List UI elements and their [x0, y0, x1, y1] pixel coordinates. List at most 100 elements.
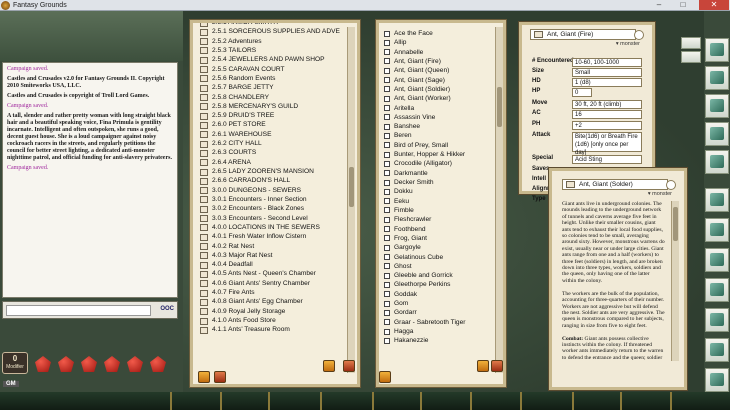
npc-list-item[interactable]: Ant, Giant (Queen): [382, 66, 494, 75]
sidebar-tile-button[interactable]: [705, 308, 729, 332]
story-list-item[interactable]: 2.5.3 TAILORS: [197, 46, 345, 55]
npc-edit-button[interactable]: [477, 360, 489, 372]
sidebar-tile-button[interactable]: [705, 188, 729, 212]
sidebar-tile-button[interactable]: [705, 150, 729, 174]
story-list-item[interactable]: 4.1.1 Ants' Treasure Room: [197, 325, 345, 334]
story-list-item[interactable]: 3.0.1 Encounters - Inner Section: [197, 195, 345, 204]
story-list-item[interactable]: 4.0.9 Royal Jelly Storage: [197, 307, 345, 316]
story-list-item[interactable]: 3.0.0 DUNGEONS - SEWERS: [197, 186, 345, 195]
sidebar-tile-button[interactable]: [705, 38, 729, 62]
npc-field-value[interactable]: +2: [572, 121, 642, 130]
npc-list-item[interactable]: Ace the Face: [382, 29, 494, 38]
story-edit-button[interactable]: [323, 360, 335, 372]
npc-list-item[interactable]: Hakanezzie: [382, 336, 494, 345]
bottom-tab[interactable]: [268, 392, 270, 410]
story-list-item[interactable]: 2.5.8 CHANDLERY: [197, 93, 345, 102]
description-scroll-thumb[interactable]: [673, 207, 678, 241]
npc-list-item[interactable]: Ant, Giant (Fire): [382, 57, 494, 66]
npc-field-value[interactable]: 16: [572, 110, 642, 119]
chat-input[interactable]: [6, 305, 151, 316]
npc-list-item[interactable]: Dokku: [382, 187, 494, 196]
ooc-toggle[interactable]: OOC: [160, 306, 174, 312]
npc-list-item[interactable]: Annabelle: [382, 48, 494, 57]
story-list-item[interactable]: 4.0.6 Giant Ants' Sentry Chamber: [197, 279, 345, 288]
sidebar-tile-button[interactable]: [705, 122, 729, 146]
npc-field-value[interactable]: 0: [572, 88, 592, 97]
npc-list-item[interactable]: Bird of Prey, Small: [382, 141, 494, 150]
story-list-item[interactable]: 2.5.2 Adventures: [197, 37, 345, 46]
npc-list-item[interactable]: Gelatinous Cube: [382, 253, 494, 262]
npc-list-item[interactable]: Ant, Giant (Sage): [382, 76, 494, 85]
bottom-tab[interactable]: [420, 392, 422, 410]
npc-list-item[interactable]: Crocodile (Alligator): [382, 159, 494, 168]
sidebar-tile-button[interactable]: [705, 218, 729, 242]
npc-scroll-thumb[interactable]: [497, 87, 502, 127]
bottom-tab[interactable]: [320, 392, 322, 410]
story-add-button[interactable]: [214, 371, 226, 383]
npc-list-item[interactable]: Banshee: [382, 122, 494, 131]
sidebar-tile-button[interactable]: [705, 94, 729, 118]
story-list-item[interactable]: 2.5.4 JEWELLERS AND PAWN SHOP: [197, 55, 345, 64]
sidebar-tile-button[interactable]: [705, 338, 729, 362]
story-scrollbar[interactable]: [347, 27, 355, 373]
npc-field-value[interactable]: Small: [572, 68, 642, 77]
story-list-item[interactable]: 2.6.0 PET STORE: [197, 120, 345, 129]
story-list-item[interactable]: 4.0.2 Rat Nest: [197, 242, 345, 251]
description-scrollbar[interactable]: [671, 201, 679, 361]
npc-lock-icon[interactable]: [634, 30, 644, 40]
story-list-item[interactable]: 2.5.8 MERCENARY'S GUILD: [197, 102, 345, 111]
npc-list-item[interactable]: Gordarr: [382, 308, 494, 317]
bottom-tab[interactable]: [670, 392, 672, 410]
npc-filter-button[interactable]: [379, 371, 391, 383]
npc-field-value[interactable]: 1 (d8): [572, 78, 642, 87]
npc-list[interactable]: Ace the Face Allip Annabelle Ant, Giant (Fi…: [382, 23, 494, 375]
npc-list-item[interactable]: Allip: [382, 38, 494, 47]
story-list-item[interactable]: 4.0.3 Major Rat Nest: [197, 251, 345, 260]
sidebar-tile-button[interactable]: [705, 248, 729, 272]
npc-list-item[interactable]: Ant, Giant (Worker): [382, 94, 494, 103]
story-list-item[interactable]: 4.0.7 Fire Ants: [197, 288, 345, 297]
npc-field-value[interactable]: 30 ft, 20 ft (climb): [572, 100, 642, 109]
bottom-tab[interactable]: [620, 392, 622, 410]
bottom-tab[interactable]: [572, 392, 574, 410]
story-scroll-thumb[interactable]: [349, 167, 354, 207]
npc-list-item[interactable]: Hagga: [382, 327, 494, 336]
npc-list-item[interactable]: Ant, Giant (Soldier): [382, 85, 494, 94]
npc-list-item[interactable]: Assassin Vine: [382, 113, 494, 122]
chat-log[interactable]: Campaign saved. Castles and Crusades v2.0…: [2, 62, 178, 298]
bottom-tab[interactable]: [470, 392, 472, 410]
story-list-item[interactable]: 2.5.1 SORCEROUS SUPPLIES AND ADVE: [197, 27, 345, 36]
npc-list-item[interactable]: Ghost: [382, 262, 494, 271]
sidebar-tile-button[interactable]: [705, 278, 729, 302]
npc-field-value[interactable]: Bite(1d6) or Breath Fire (1d6) [only onc…: [572, 132, 642, 156]
story-list[interactable]: 2.5.1 ARMOR SMITHY 2.5.1 SORCEROUS SUPPLI…: [197, 23, 345, 375]
story-list-item[interactable]: 2.6.1 WAREHOUSE: [197, 130, 345, 139]
npc-list-item[interactable]: Gleethorpe Perkins: [382, 280, 494, 289]
story-list-item[interactable]: 3.0.3 Encounters - Second Level: [197, 214, 345, 223]
story-list-item[interactable]: 2.6.2 CITY HALL: [197, 139, 345, 148]
bottom-tab[interactable]: [520, 392, 522, 410]
sidebar-tile-button[interactable]: [705, 66, 729, 90]
story-list-item[interactable]: 4.0.4 Deadfall: [197, 260, 345, 269]
npc-list-item[interactable]: Frog, Giant: [382, 234, 494, 243]
npc-list-item[interactable]: Darkmantle: [382, 169, 494, 178]
maximize-button[interactable]: □: [672, 0, 694, 10]
npc-scrollbar[interactable]: [495, 27, 503, 373]
bottom-tab[interactable]: [220, 392, 222, 410]
story-list-item[interactable]: 2.6.6 CARRADON'S HALL: [197, 176, 345, 185]
story-list-item[interactable]: 4.0.1 Fresh Water Inflow Cistern: [197, 232, 345, 241]
npc-list-item[interactable]: Gom: [382, 299, 494, 308]
close-button[interactable]: ✕: [699, 0, 729, 10]
npc-list-item[interactable]: Aritella: [382, 104, 494, 113]
npc-field-value[interactable]: 10-60, 100-1000: [572, 58, 642, 67]
story-close-button[interactable]: [343, 360, 355, 372]
sidebar-small-button[interactable]: [681, 51, 701, 63]
npc-list-item[interactable]: Graar - Sabretooth Tiger: [382, 318, 494, 327]
story-list-item[interactable]: 4.1.0 Ants Food Store: [197, 316, 345, 325]
story-list-item[interactable]: 4.0.5 Ants Nest - Queen's Chamber: [197, 269, 345, 278]
npc-list-item[interactable]: Eeku: [382, 197, 494, 206]
story-list-item[interactable]: 2.5.6 Random Events: [197, 74, 345, 83]
npc-list-item[interactable]: Decker Smith: [382, 178, 494, 187]
npc-field-value[interactable]: Acid Sting: [572, 155, 642, 164]
modifier-box[interactable]: 0 Modifier: [2, 352, 28, 374]
